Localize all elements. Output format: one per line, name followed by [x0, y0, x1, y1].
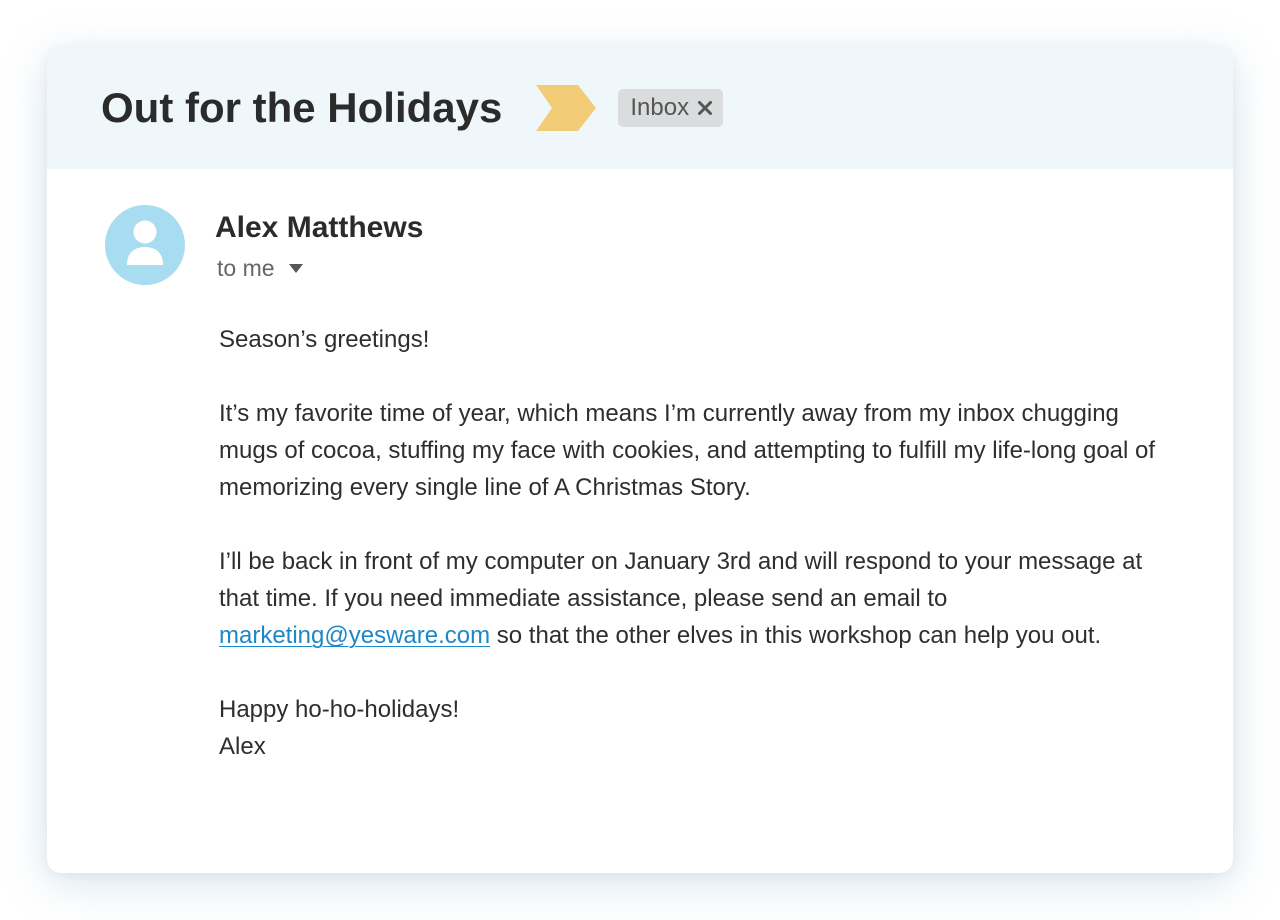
sender-name: Alex Matthews: [215, 211, 424, 244]
email-address-link[interactable]: marketing@yesware.com: [219, 622, 490, 649]
paragraph-text: I’ll be back in front of my computer on …: [219, 548, 1143, 612]
recipient-details-toggle[interactable]: to me: [215, 255, 423, 282]
sender-info: Alex Matthews to me: [215, 209, 423, 282]
email-card: Out for the Holidays Inbox Alex Matthews…: [47, 47, 1233, 873]
paragraph-text: so that the other elves in this workshop…: [490, 622, 1102, 649]
body-paragraph: It’s my favorite time of year, which mea…: [219, 400, 1156, 501]
email-subject: Out for the Holidays: [101, 84, 503, 131]
recipient-text: to me: [217, 255, 275, 281]
user-icon: [127, 220, 163, 265]
sign-off: Happy ho-ho-holidays! Alex: [219, 691, 1179, 765]
closing-text: Happy ho-ho-holidays!: [219, 696, 460, 723]
email-header: Out for the Holidays Inbox: [47, 47, 1233, 169]
importance-marker-icon[interactable]: [536, 85, 597, 131]
email-body: Season’s greetings! It’s my favorite tim…: [219, 321, 1179, 765]
signature-text: Alex: [219, 733, 266, 760]
greeting: Season’s greetings!: [219, 326, 430, 353]
inbox-label-chip: Inbox: [618, 89, 724, 127]
body-paragraph: I’ll be back in front of my computer on …: [219, 543, 1179, 654]
label-text: Inbox: [630, 94, 690, 121]
close-icon[interactable]: [697, 100, 713, 116]
sender-row: Alex Matthews to me: [105, 205, 423, 285]
chevron-down-icon[interactable]: [288, 264, 303, 273]
avatar[interactable]: [105, 205, 185, 285]
